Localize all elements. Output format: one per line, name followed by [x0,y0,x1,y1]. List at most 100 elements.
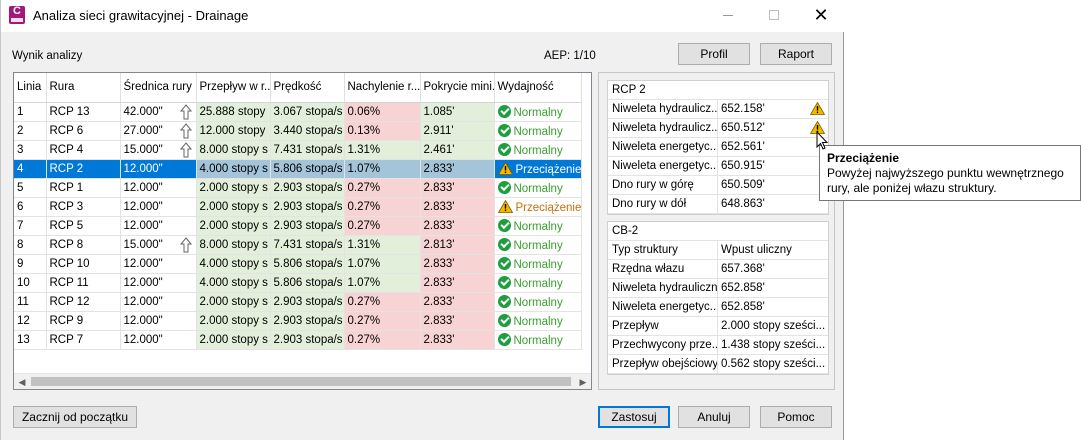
maximize-button [751,0,797,32]
table-row[interactable]: 12 RCP 9 12.000" 2.000 stopy s 2.903 stopa/s… [14,311,582,331]
flow-cell: 4.000 stopy s [196,273,271,293]
analysis-table[interactable]: Linia Rura Średnica rury Przepływ w r... Prę… [13,72,592,390]
status-text: Normalny [513,144,563,157]
table-row[interactable]: 6 RCP 3 12.000" 2.000 stopy s 2.903 stopa/s 0… [14,197,582,217]
flow-cell-text: 8.000 stopy s [199,238,268,251]
cover-cell: 2.833' [420,311,495,331]
warning-icon[interactable] [809,101,826,116]
size-up-arrow-icon[interactable] [179,103,192,120]
size-up-arrow-icon[interactable] [179,141,192,158]
slope-cell-text: 1.07% [347,276,381,289]
flow-cell: 2.000 stopy s [196,292,271,312]
property-name: Dno rury w dół [608,195,718,213]
help-button[interactable]: Pomoc [760,406,832,428]
property-name: Przechwycony prze... [608,336,718,354]
minimize-button[interactable] [705,0,751,32]
table-row[interactable]: 9 RCP 10 12.000" 4.000 stopy s 5.806 stopa/s… [14,254,582,274]
flow-cell-text: 4.000 stopy s [199,162,268,175]
table-row[interactable]: 10 RCP 11 12.000" 4.000 stopy s 5.806 stopa/… [14,273,582,293]
check-circle-icon [497,237,511,251]
size-up-arrow-icon[interactable] [179,236,192,253]
velocity-cell: 7.431 stopa/s [270,140,345,160]
line-cell-text: 3 [17,143,24,156]
property-row: Rzędna włazu 657.368' [608,260,828,279]
table-row[interactable]: 2 RCP 6 27.000" 12.000 stopy 3.440 stopa/s 0.… [14,121,582,141]
line-cell: 13 [14,330,47,350]
table-row[interactable]: 3 RCP 4 15.000" 8.000 stopy s 7.431 stopa/s 1… [14,140,582,160]
cover-cell-text: 2.833' [423,295,455,308]
status-cell: Normalny [494,273,582,293]
pipe-cell-text: RCP 6 [49,124,84,137]
property-row: Niweleta hydraulicz... 650.512' [608,119,828,138]
status-cell: Normalny [494,102,582,122]
slope-cell: 1.07% [344,159,421,179]
pipe-cell-text: RCP 12 [49,295,90,308]
table-row[interactable]: 5 RCP 1 12.000" 2.000 stopy s 2.903 stopa/s 0… [14,178,582,198]
pipe-properties-panel: RCP 2 Niweleta hydraulicz... 652.158' Niwe… [607,80,829,215]
status-cell: Przeciążenie [494,159,582,179]
cover-cell-text: 2.813' [423,238,455,251]
cover-cell-text: 2.833' [423,200,455,213]
profile-button[interactable]: Profil [678,43,750,65]
velocity-cell-text: 2.903 stopa/s [273,181,343,194]
column-header[interactable]: Przepływ w r... [196,73,271,103]
property-name: Przepływ [608,317,718,335]
pipe-cell: RCP 11 [46,273,121,293]
cover-cell: 2.911' [420,121,495,141]
velocity-cell-text: 3.440 stopa/s [273,124,343,137]
diameter-cell-text: 12.000" [123,200,163,213]
table-row[interactable]: 1 RCP 13 42.000" 25.888 stopy 3.067 stopa/s 0… [14,102,582,122]
velocity-cell: 2.903 stopa/s [270,311,345,331]
table-row[interactable]: 13 RCP 7 12.000" 2.000 stopy s 2.903 stopa/s… [14,330,582,350]
apply-button[interactable]: Zastosuj [598,406,670,428]
property-name: Niweleta energetyc... [608,138,718,156]
column-header[interactable]: Pokrycie mini... [420,73,495,103]
cover-cell-text: 2.833' [423,181,455,194]
status-cell: Normalny [494,178,582,198]
table-row[interactable]: 7 RCP 5 12.000" 2.000 stopy s 2.903 stopa/s 0… [14,216,582,236]
column-header[interactable]: Wydajność [494,73,582,103]
pipe-cell-text: RCP 7 [49,333,84,346]
property-value: 652.858' [721,282,765,294]
scroll-right-icon[interactable]: ▶ [578,377,588,387]
diameter-cell: 12.000" [120,311,197,331]
line-cell: 7 [14,216,47,236]
slope-cell-text: 0.06% [347,105,381,118]
title-bar[interactable]: Analiza sieci grawitacyjnej - Drainage ✕ [1,0,844,32]
table-row[interactable]: 8 RCP 8 15.000" 8.000 stopy s 7.431 stopa/s 1… [14,235,582,255]
flow-cell-text: 2.000 stopy s [199,314,268,327]
check-circle-icon [497,123,511,137]
cancel-button[interactable]: Anuluj [678,406,750,428]
check-circle-icon [497,275,511,289]
flow-cell-text: 4.000 stopy s [199,276,268,289]
scrollbar-thumb[interactable] [31,377,571,386]
status-text: Normalny [513,296,563,309]
pipe-cell: RCP 7 [46,330,121,350]
line-cell-text: 8 [17,238,24,251]
restart-button[interactable]: Zacznij od początku [13,406,137,428]
slope-cell-text: 1.31% [347,143,381,156]
column-header[interactable]: Linia [14,73,47,103]
pipe-cell-text: RCP 9 [49,314,84,327]
table-row[interactable]: 11 RCP 12 12.000" 2.000 stopy s 2.903 stopa/… [14,292,582,312]
diameter-cell-text: 12.000" [123,295,163,308]
column-header[interactable]: Średnica rury [120,73,197,103]
close-button[interactable]: ✕ [798,0,844,32]
pipe-cell: RCP 9 [46,311,121,331]
column-header[interactable]: Prędkość [270,73,345,103]
pipe-cell-text: RCP 10 [49,257,90,270]
size-up-arrow-icon[interactable] [179,122,192,139]
diameter-cell: 12.000" [120,273,197,293]
property-row: Dno rury w górę 650.509' [608,176,828,195]
slope-cell: 1.31% [344,140,421,160]
status-cell: Normalny [494,292,582,312]
report-button[interactable]: Raport [760,43,832,65]
horizontal-scrollbar[interactable]: ◀ ▶ [14,373,591,389]
pipe-cell-text: RCP 8 [49,238,84,251]
tooltip-line-1: Powyżej najwyższego punktu wewnętrznego [827,166,1064,180]
scroll-left-icon[interactable]: ◀ [17,377,27,387]
flow-cell-text: 8.000 stopy s [199,143,268,156]
column-header[interactable]: Nachylenie r... [344,73,421,103]
table-row[interactable]: 4 RCP 2 12.000" 4.000 stopy s 5.806 stopa/s 1… [14,159,582,179]
column-header[interactable]: Rura [46,73,121,103]
